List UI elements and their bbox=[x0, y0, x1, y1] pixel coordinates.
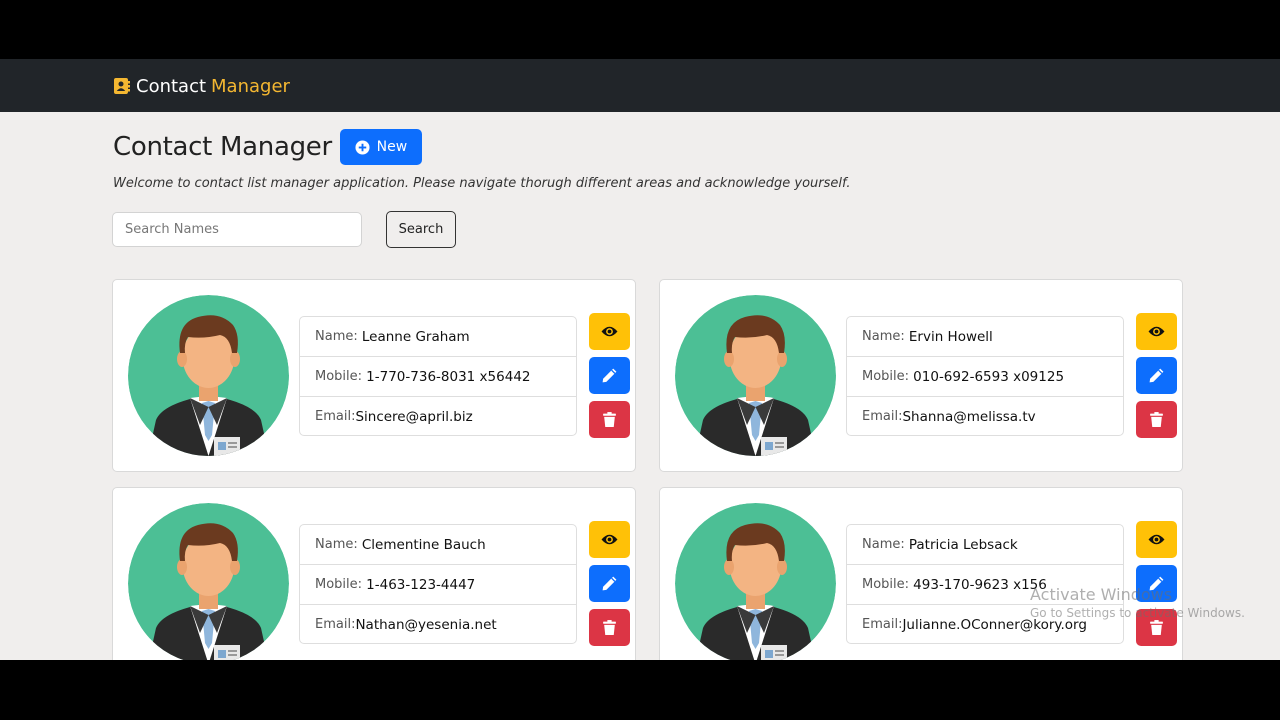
contact-card: Name: Patricia Lebsack Mobile: 493-170-9… bbox=[659, 487, 1183, 660]
email-label: Email: bbox=[315, 617, 356, 632]
avatar bbox=[128, 295, 289, 456]
contact-name-row: Name: Clementine Bauch bbox=[300, 525, 576, 565]
view-contact-button[interactable] bbox=[1136, 521, 1177, 558]
contact-mobile-row: Mobile: 1-463-123-4447 bbox=[300, 565, 576, 605]
contact-name-row: Name: Ervin Howell bbox=[847, 317, 1123, 357]
contact-mobile: 1-770-736-8031 x56442 bbox=[366, 368, 531, 385]
eye-icon bbox=[601, 534, 618, 545]
email-label: Email: bbox=[862, 617, 903, 632]
view-contact-button[interactable] bbox=[589, 313, 630, 350]
address-book-icon bbox=[114, 78, 130, 94]
eye-icon bbox=[1148, 534, 1165, 545]
email-label: Email: bbox=[862, 409, 903, 424]
name-label: Name: bbox=[315, 329, 358, 344]
pencil-icon bbox=[1149, 368, 1164, 383]
contact-mobile: 1-463-123-4447 bbox=[366, 576, 476, 593]
mobile-label: Mobile: bbox=[315, 577, 363, 592]
search-input[interactable] bbox=[112, 212, 362, 247]
trash-icon bbox=[1150, 620, 1163, 635]
delete-contact-button[interactable] bbox=[589, 609, 630, 646]
edit-contact-button[interactable] bbox=[589, 565, 630, 602]
contact-name-row: Name: Leanne Graham bbox=[300, 317, 576, 357]
avatar bbox=[675, 295, 836, 456]
businessman-avatar-icon bbox=[675, 295, 836, 456]
delete-contact-button[interactable] bbox=[1136, 401, 1177, 438]
contact-email-row: Email: Shanna@melissa.tv bbox=[847, 397, 1123, 436]
brand-text-accent: Manager bbox=[211, 75, 290, 97]
title-row: Contact Manager New bbox=[113, 129, 422, 165]
contact-name: Ervin Howell bbox=[908, 328, 993, 345]
contact-name: Patricia Lebsack bbox=[908, 536, 1018, 553]
edit-contact-button[interactable] bbox=[1136, 357, 1177, 394]
new-contact-button[interactable]: New bbox=[339, 129, 422, 165]
brand-text: Contact bbox=[136, 75, 207, 97]
name-label: Name: bbox=[315, 537, 358, 552]
contact-email: Shanna@melissa.tv bbox=[902, 408, 1036, 425]
page-title: Contact Manager bbox=[113, 132, 332, 162]
contact-info-list: Name: Clementine Bauch Mobile: 1-463-123… bbox=[299, 524, 577, 644]
mobile-label: Mobile: bbox=[862, 577, 910, 592]
view-contact-button[interactable] bbox=[1136, 313, 1177, 350]
contact-mobile-row: Mobile: 1-770-736-8031 x56442 bbox=[300, 357, 576, 397]
navbar: Contact Manager bbox=[0, 59, 1280, 112]
mobile-label: Mobile: bbox=[862, 369, 910, 384]
plus-circle-icon bbox=[355, 139, 370, 155]
trash-icon bbox=[603, 412, 616, 427]
contact-name: Clementine Bauch bbox=[361, 536, 486, 553]
trash-icon bbox=[1150, 412, 1163, 427]
edit-contact-button[interactable] bbox=[589, 357, 630, 394]
pencil-icon bbox=[602, 576, 617, 591]
pencil-icon bbox=[602, 368, 617, 383]
new-button-label: New bbox=[376, 139, 408, 155]
contact-card: Name: Ervin Howell Mobile: 010-692-6593 … bbox=[659, 279, 1183, 472]
trash-icon bbox=[603, 620, 616, 635]
mobile-label: Mobile: bbox=[315, 369, 363, 384]
contact-email-row: Email: Nathan@yesenia.net bbox=[300, 605, 576, 644]
contact-card: Name: Leanne Graham Mobile: 1-770-736-80… bbox=[112, 279, 636, 472]
businessman-avatar-icon bbox=[675, 503, 836, 660]
search-button[interactable]: Search bbox=[386, 211, 456, 248]
name-label: Name: bbox=[862, 537, 905, 552]
email-label: Email: bbox=[315, 409, 356, 424]
contact-mobile: 493-170-9623 x156 bbox=[913, 576, 1047, 593]
avatar bbox=[675, 503, 836, 660]
contact-email: Sincere@april.biz bbox=[355, 408, 473, 425]
contact-name-row: Name: Patricia Lebsack bbox=[847, 525, 1123, 565]
eye-icon bbox=[601, 326, 618, 337]
watermark-subtitle: Go to Settings to activate Windows. bbox=[1030, 606, 1245, 620]
delete-contact-button[interactable] bbox=[589, 401, 630, 438]
contact-email-row: Email: Sincere@april.biz bbox=[300, 397, 576, 436]
contact-info-list: Name: Ervin Howell Mobile: 010-692-6593 … bbox=[846, 316, 1124, 436]
avatar bbox=[128, 503, 289, 660]
brand-link[interactable]: Contact Manager bbox=[113, 75, 290, 97]
contact-mobile: 010-692-6593 x09125 bbox=[913, 368, 1065, 385]
windows-activation-watermark: Activate Windows Go to Settings to activ… bbox=[1030, 585, 1245, 620]
contact-info-list: Name: Patricia Lebsack Mobile: 493-170-9… bbox=[846, 524, 1124, 644]
eye-icon bbox=[1148, 326, 1165, 337]
businessman-avatar-icon bbox=[128, 503, 289, 660]
name-label: Name: bbox=[862, 329, 905, 344]
contact-email: Nathan@yesenia.net bbox=[355, 616, 497, 633]
welcome-text: Welcome to contact list manager applicat… bbox=[113, 176, 851, 191]
watermark-title: Activate Windows bbox=[1030, 585, 1173, 604]
businessman-avatar-icon bbox=[128, 295, 289, 456]
view-contact-button[interactable] bbox=[589, 521, 630, 558]
contact-card: Name: Clementine Bauch Mobile: 1-463-123… bbox=[112, 487, 636, 660]
contact-mobile-row: Mobile: 010-692-6593 x09125 bbox=[847, 357, 1123, 397]
contact-name: Leanne Graham bbox=[361, 328, 470, 345]
contact-info-list: Name: Leanne Graham Mobile: 1-770-736-80… bbox=[299, 316, 577, 436]
app-viewport: Contact Manager Contact Manager New Welco… bbox=[0, 59, 1280, 660]
